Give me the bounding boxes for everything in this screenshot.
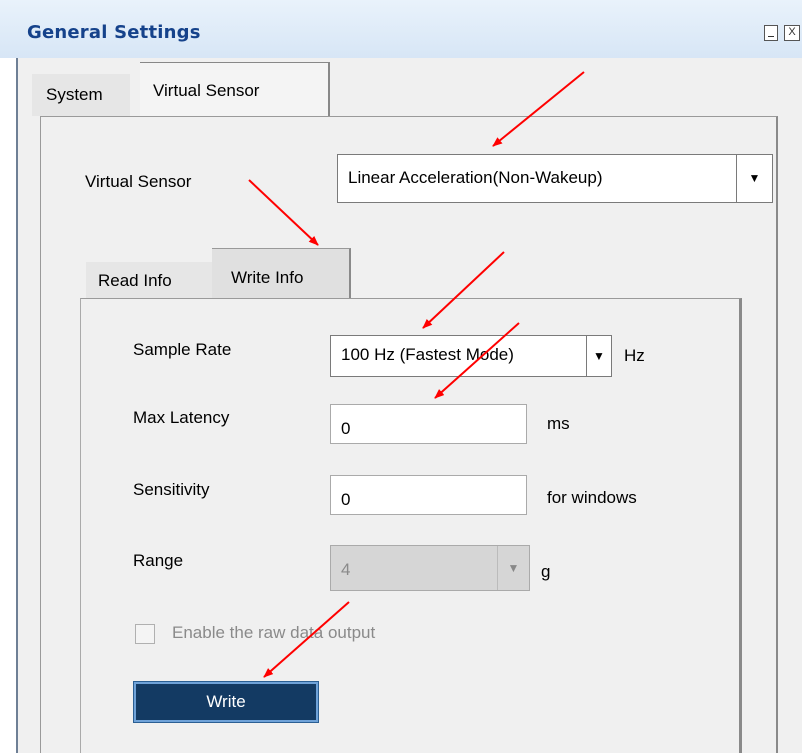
red-arrow-icon bbox=[422, 251, 505, 329]
red-arrow-icon bbox=[248, 179, 319, 246]
annotation-arrows bbox=[248, 71, 585, 678]
red-arrow-icon bbox=[434, 322, 520, 399]
red-arrow-icon bbox=[492, 71, 585, 147]
red-arrow-icon bbox=[263, 601, 350, 678]
